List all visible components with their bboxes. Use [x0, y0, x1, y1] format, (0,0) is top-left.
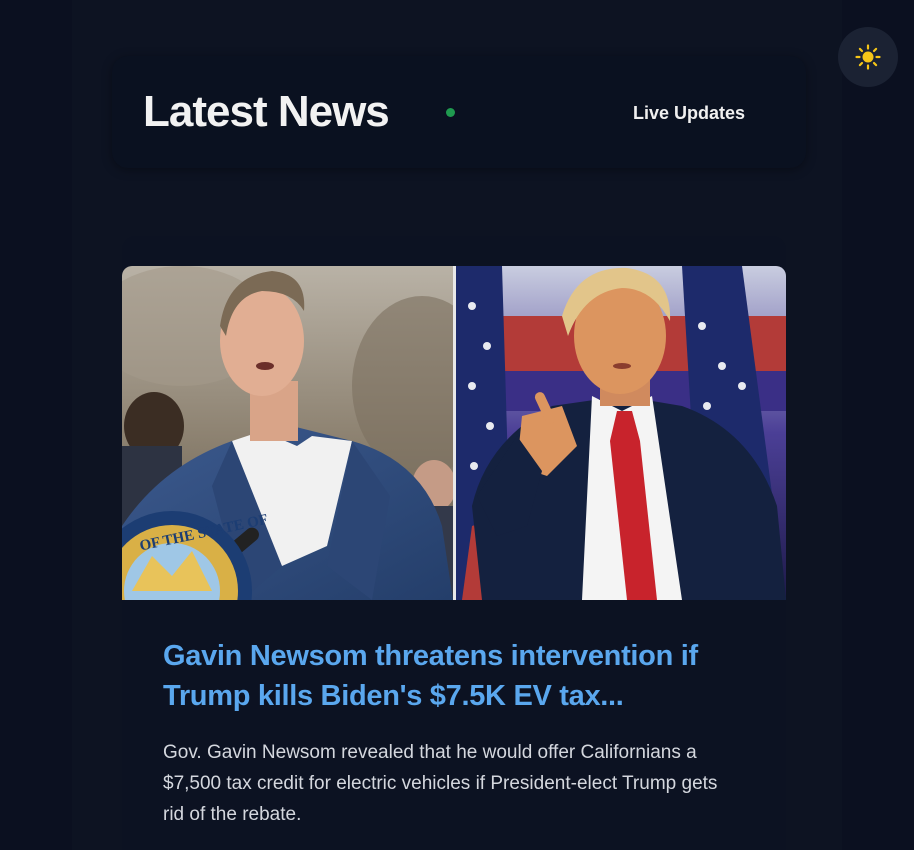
news-title-link[interactable]: Gavin Newsom threatens intervention if T… — [163, 636, 753, 716]
news-photo[interactable]: OF THE STATE OF — [122, 266, 786, 600]
theme-toggle-button[interactable] — [838, 27, 898, 87]
news-summary: Gov. Gavin Newsom revealed that he would… — [163, 742, 718, 825]
news-photo-illustration: OF THE STATE OF — [122, 266, 786, 600]
page-title: Latest News — [143, 87, 390, 136]
news-header: Latest News Live Updates — [112, 56, 806, 168]
news-card[interactable]: OF THE STATE OF Gavin Newsom threatens i… — [122, 236, 786, 850]
sun-icon — [855, 44, 881, 70]
live-indicator-dot — [446, 108, 455, 117]
live-updates-label[interactable]: Live Updates — [633, 101, 745, 125]
